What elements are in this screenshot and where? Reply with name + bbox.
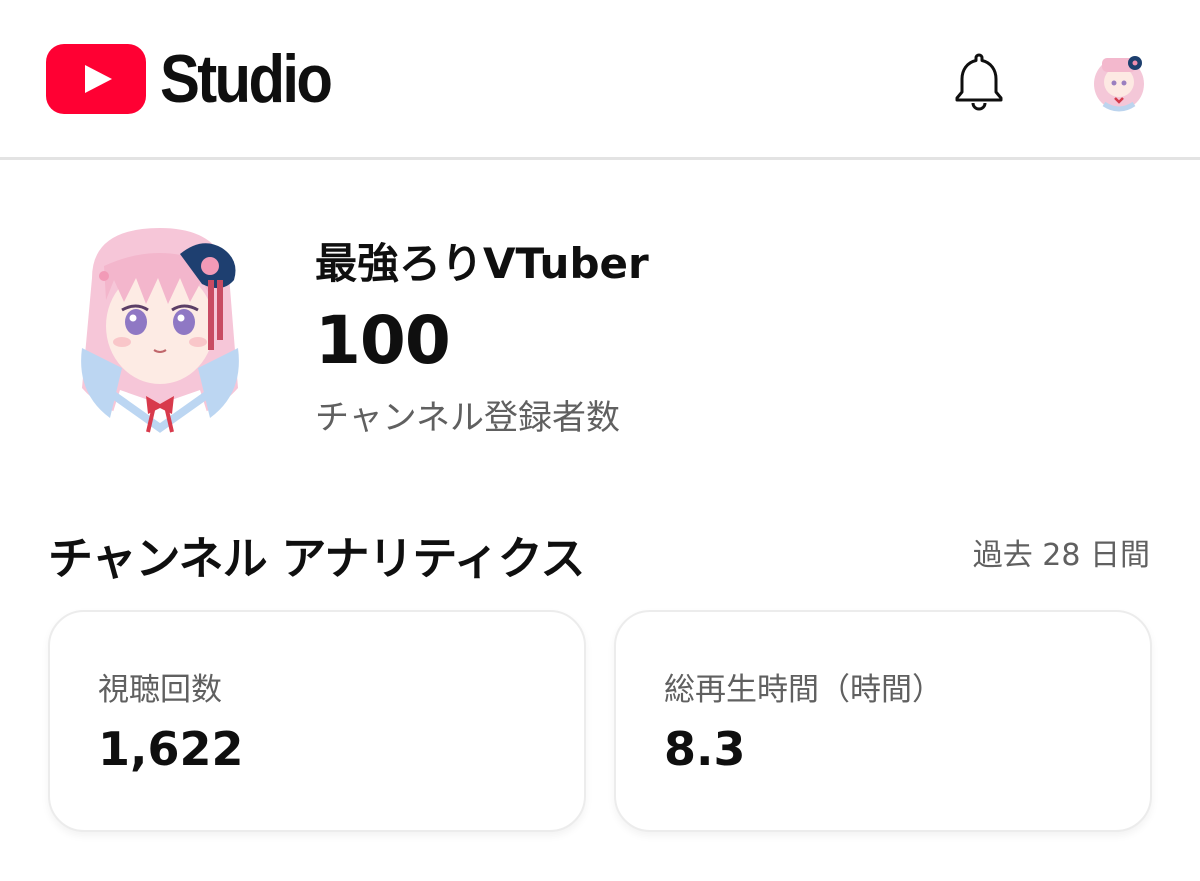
watch-time-card[interactable]: 総再生時間（時間） 8.3 (614, 610, 1152, 832)
analytics-title: チャンネル アナリティクス (48, 532, 585, 585)
subscriber-label: チャンネル登録者数 (315, 398, 620, 438)
app-name: Studio (160, 41, 333, 117)
watch-time-value: 8.3 (664, 722, 746, 776)
views-label: 視聴回数 (98, 672, 222, 708)
views-card[interactable]: 視聴回数 1,622 (48, 610, 586, 832)
vtuber-avatar-icon (62, 218, 258, 444)
bell-icon[interactable] (946, 47, 1012, 113)
views-value: 1,622 (98, 722, 244, 776)
subscriber-count: 100 (315, 302, 451, 379)
youtube-play-icon (46, 44, 146, 114)
watch-time-label: 総再生時間（時間） (664, 672, 943, 708)
channel-avatar (62, 218, 258, 444)
avatar[interactable] (1086, 46, 1152, 112)
period-label: 過去 28 日間 (972, 538, 1150, 573)
vtuber-avatar-icon (1086, 46, 1152, 112)
top-app-bar: Studio (0, 0, 1200, 160)
youtube-studio-logo[interactable]: Studio (46, 44, 354, 114)
channel-name: 最強ろりVTuber (315, 239, 649, 288)
channel-summary: 最強ろりVTuber 100 チャンネル登録者数 (62, 218, 1162, 448)
